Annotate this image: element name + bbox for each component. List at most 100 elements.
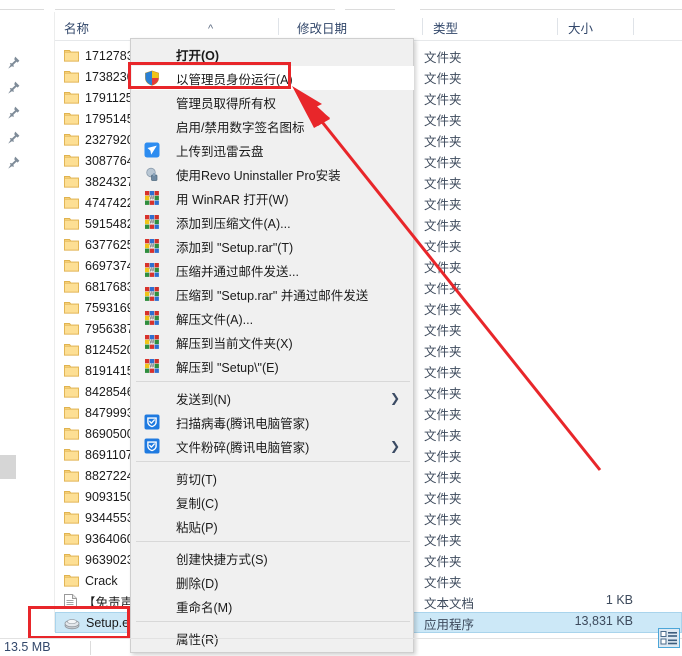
menu-item-label: 发送到(N) [176, 392, 231, 407]
revo-uninstaller-icon [144, 166, 160, 182]
menu-item-label: 压缩并通过邮件发送... [176, 264, 299, 279]
folder-icon [64, 385, 79, 398]
thunder-cloud-icon [144, 142, 160, 158]
menu-item-3[interactable]: 启用/禁用数字签名图标 [132, 114, 414, 138]
file-name: 2327920 [85, 132, 134, 147]
svg-text:W: W [150, 267, 155, 273]
tencent-guard-icon [144, 438, 160, 454]
pin-icon[interactable] [6, 105, 21, 120]
menu-separator [136, 381, 410, 382]
menu-item-label: 使用Revo Uninstaller Pro安装 [176, 168, 341, 183]
folder-icon [64, 364, 79, 377]
menu-item-label: 创建快捷方式(S) [176, 552, 268, 567]
menu-item-label: 启用/禁用数字签名图标 [176, 120, 305, 135]
folder-icon [64, 574, 79, 587]
column-divider[interactable] [422, 18, 423, 35]
winrar-icon: W [144, 310, 160, 326]
column-header-name-label: 名称 [64, 21, 90, 36]
file-type: 文件夹 [424, 198, 462, 212]
menu-item-label: 用 WinRAR 打开(W) [176, 192, 289, 207]
menu-item-label: 重命名(M) [176, 600, 233, 615]
menu-item-label: 添加到 "Setup.rar"(T) [176, 240, 294, 255]
nav-scrollbar-thumb[interactable] [0, 455, 16, 479]
menu-item-label: 文件粉碎(腾讯电脑管家) [176, 440, 310, 455]
column-divider[interactable] [557, 18, 558, 35]
menu-item-18[interactable]: 复制(C) [132, 490, 414, 514]
menu-item-6[interactable]: W 用 WinRAR 打开(W) [132, 186, 414, 210]
folder-icon [64, 154, 79, 167]
column-header-name[interactable]: 名称 ^ [55, 14, 279, 40]
file-name: 3824327 [85, 174, 134, 189]
folder-icon [64, 469, 79, 482]
menu-item-20[interactable]: 创建快捷方式(S) [132, 546, 414, 570]
menu-item-2[interactable]: 管理员取得所有权 [132, 90, 414, 114]
file-type: 文件夹 [424, 303, 462, 317]
menu-item-4[interactable]: 上传到迅雷云盘 [132, 138, 414, 162]
menu-item-15[interactable]: 扫描病毒(腾讯电脑管家) [132, 410, 414, 434]
folder-icon [64, 196, 79, 209]
menu-item-9[interactable]: W 压缩并通过邮件发送... [132, 258, 414, 282]
file-name: 9364060 [85, 531, 134, 546]
file-name: 1712783 [85, 48, 134, 63]
column-divider[interactable] [278, 18, 279, 35]
column-header-type-label: 类型 [433, 21, 459, 36]
file-name: 9093150 [85, 489, 134, 504]
menu-item-5[interactable]: 使用Revo Uninstaller Pro安装 [132, 162, 414, 186]
folder-icon [64, 406, 79, 419]
svg-text:W: W [150, 243, 155, 249]
file-name: 5915482 [85, 216, 134, 231]
pin-icon[interactable] [6, 130, 21, 145]
menu-item-16[interactable]: 文件粉碎(腾讯电脑管家) ❯ [132, 434, 414, 458]
folder-icon [64, 343, 79, 356]
folder-icon [64, 49, 79, 62]
sort-ascending-icon: ^ [208, 23, 214, 35]
folder-icon [64, 448, 79, 461]
file-type: 文件夹 [424, 282, 462, 296]
menu-item-8[interactable]: W 添加到 "Setup.rar"(T) [132, 234, 414, 258]
file-type: 文件夹 [424, 324, 462, 338]
menu-item-label: 复制(C) [176, 496, 219, 511]
context-menu[interactable]: 打开(O) 以管理员身份运行(A) 管理员取得所有权 启用/禁用数字签名图标 上传到迅雷… [130, 38, 414, 653]
svg-text:W: W [150, 315, 155, 321]
folder-icon [64, 259, 79, 272]
column-header-size-label: 大小 [568, 21, 594, 36]
folder-icon [64, 532, 79, 545]
menu-item-10[interactable]: W 压缩到 "Setup.rar" 并通过邮件发送 [132, 282, 414, 306]
menu-item-21[interactable]: 删除(D) [132, 570, 414, 594]
file-type: 文件夹 [424, 156, 462, 170]
file-name: 8691107 [85, 447, 133, 462]
file-type: 文本文档 [424, 597, 475, 611]
file-name: 7593169 [85, 300, 134, 315]
pin-icon[interactable] [6, 155, 21, 170]
status-divider [90, 641, 91, 655]
folder-icon [64, 511, 79, 524]
file-name: 3087764 [85, 153, 134, 168]
menu-item-19[interactable]: 粘贴(P) [132, 514, 414, 538]
pin-icon[interactable] [6, 80, 21, 95]
menu-item-label: 扫描病毒(腾讯电脑管家) [176, 416, 310, 431]
file-name: 1738230 [85, 69, 134, 84]
file-size: 1 KB [605, 593, 633, 607]
file-type: 文件夹 [424, 450, 462, 464]
column-header-date[interactable]: 修改日期 [288, 14, 423, 40]
details-view-icon[interactable] [658, 628, 680, 648]
menu-item-14[interactable]: 发送到(N) ❯ [132, 386, 414, 410]
column-divider[interactable] [633, 18, 634, 35]
column-header-type[interactable]: 类型 [424, 14, 558, 40]
winrar-icon: W [144, 262, 160, 278]
menu-item-7[interactable]: W 添加到压缩文件(A)... [132, 210, 414, 234]
menu-item-13[interactable]: W 解压到 "Setup\"(E) [132, 354, 414, 378]
menu-item-17[interactable]: 剪切(T) [132, 466, 414, 490]
file-name: 6817683 [85, 279, 134, 294]
pin-icon[interactable] [6, 55, 21, 70]
annotation-box-setup-exe [28, 606, 130, 639]
menu-separator [136, 541, 410, 542]
file-type: 文件夹 [424, 93, 462, 107]
tencent-guard-icon [144, 414, 160, 430]
menu-item-22[interactable]: 重命名(M) [132, 594, 414, 618]
column-header-size[interactable]: 大小 [559, 14, 634, 40]
file-type: 文件夹 [424, 366, 462, 380]
menu-item-12[interactable]: W 解压到当前文件夹(X) [132, 330, 414, 354]
folder-icon [64, 280, 79, 293]
menu-item-11[interactable]: W 解压文件(A)... [132, 306, 414, 330]
